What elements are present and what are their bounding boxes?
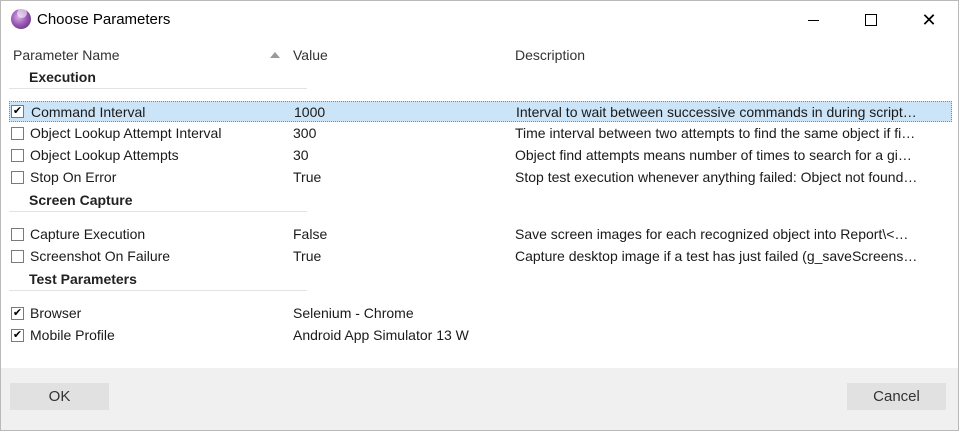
parameter-description: Interval to wait between successive comm… (516, 104, 917, 120)
parameter-description: Save screen images for each recognized o… (515, 226, 909, 242)
close-icon: ✕ (921, 10, 937, 30)
parameter-value: 1000 (294, 104, 326, 120)
minimize-icon (807, 19, 819, 21)
maximize-button[interactable] (842, 1, 900, 39)
parameter-name: Command Interval (31, 104, 146, 120)
parameter-value: False (293, 226, 328, 242)
group-divider (9, 290, 307, 291)
maximize-icon (865, 14, 877, 26)
group-header: Test Parameters (29, 271, 137, 287)
parameter-name: Object Lookup Attempt Interval (30, 125, 222, 141)
column-header-value[interactable]: Value (293, 47, 328, 63)
group-divider (9, 88, 307, 89)
checkbox-checked[interactable]: ✔ (11, 307, 24, 320)
group-header: Execution (29, 69, 96, 85)
parameter-name: Mobile Profile (30, 327, 115, 343)
checkbox-checked[interactable]: ✔ (11, 329, 24, 342)
column-header-description[interactable]: Description (515, 47, 585, 63)
close-button[interactable]: ✕ (900, 1, 958, 39)
checkbox-unchecked[interactable] (11, 171, 24, 184)
parameter-row[interactable]: Object Lookup Attempt Interval 300 Time in… (9, 123, 952, 144)
parameter-value: True (293, 169, 322, 185)
parameter-description: Capture desktop image if a test has just… (515, 248, 918, 264)
parameter-value: Selenium - Chrome (293, 305, 414, 321)
parameter-value: 300 (293, 125, 317, 141)
checkbox-unchecked[interactable] (11, 250, 24, 263)
sort-ascending-icon (270, 52, 280, 58)
parameter-value: True (293, 248, 322, 264)
parameter-name: Stop On Error (30, 169, 117, 185)
parameter-row[interactable]: Capture Execution False Save screen images… (9, 224, 952, 245)
parameter-row[interactable]: ✔ Command Interval 1000 Interval to wait be… (9, 101, 952, 122)
parameter-description: Object find attempts means number of tim… (515, 147, 912, 163)
checkbox-unchecked[interactable] (11, 149, 24, 162)
parameter-row[interactable]: Object Lookup Attempts 30 Object find atte… (9, 145, 952, 166)
parameter-row[interactable]: Screenshot On Failure True Capture desktop… (9, 246, 952, 267)
parameter-name: Capture Execution (30, 226, 146, 242)
minimize-button[interactable] (784, 1, 842, 39)
ok-button[interactable]: OK (10, 383, 109, 410)
parameter-value: 30 (293, 147, 309, 163)
parameter-name: Object Lookup Attempts (30, 147, 179, 163)
group-divider (9, 211, 307, 212)
parameter-grid: Parameter Name Value Description Executi… (1, 39, 958, 368)
column-header-name[interactable]: Parameter Name (13, 47, 120, 63)
app-orb-icon (11, 8, 31, 29)
checkbox-unchecked[interactable] (11, 228, 24, 241)
window-title: Choose Parameters (37, 11, 171, 28)
parameter-row[interactable]: ✔ Browser Selenium - Chrome (9, 303, 952, 324)
checkbox-checked[interactable]: ✔ (11, 105, 24, 118)
choose-parameters-dialog: Choose Parameters ✕ Parameter Name Value… (0, 0, 959, 431)
parameter-description: Time interval between two attempts to fi… (515, 125, 916, 141)
parameter-name: Screenshot On Failure (30, 248, 171, 264)
parameter-row[interactable]: ✔ Mobile Profile Android App Simulator 13 … (9, 325, 952, 346)
group-header: Screen Capture (29, 192, 133, 208)
title-bar[interactable]: Choose Parameters ✕ (1, 1, 958, 39)
cancel-button[interactable]: Cancel (847, 383, 946, 410)
parameter-value: Android App Simulator 13 W (293, 327, 469, 343)
parameter-description: Stop test execution whenever anything fa… (515, 169, 918, 185)
parameter-row[interactable]: Stop On Error True Stop test execution whe… (9, 167, 952, 188)
parameter-name: Browser (30, 305, 82, 321)
checkbox-unchecked[interactable] (11, 127, 24, 140)
